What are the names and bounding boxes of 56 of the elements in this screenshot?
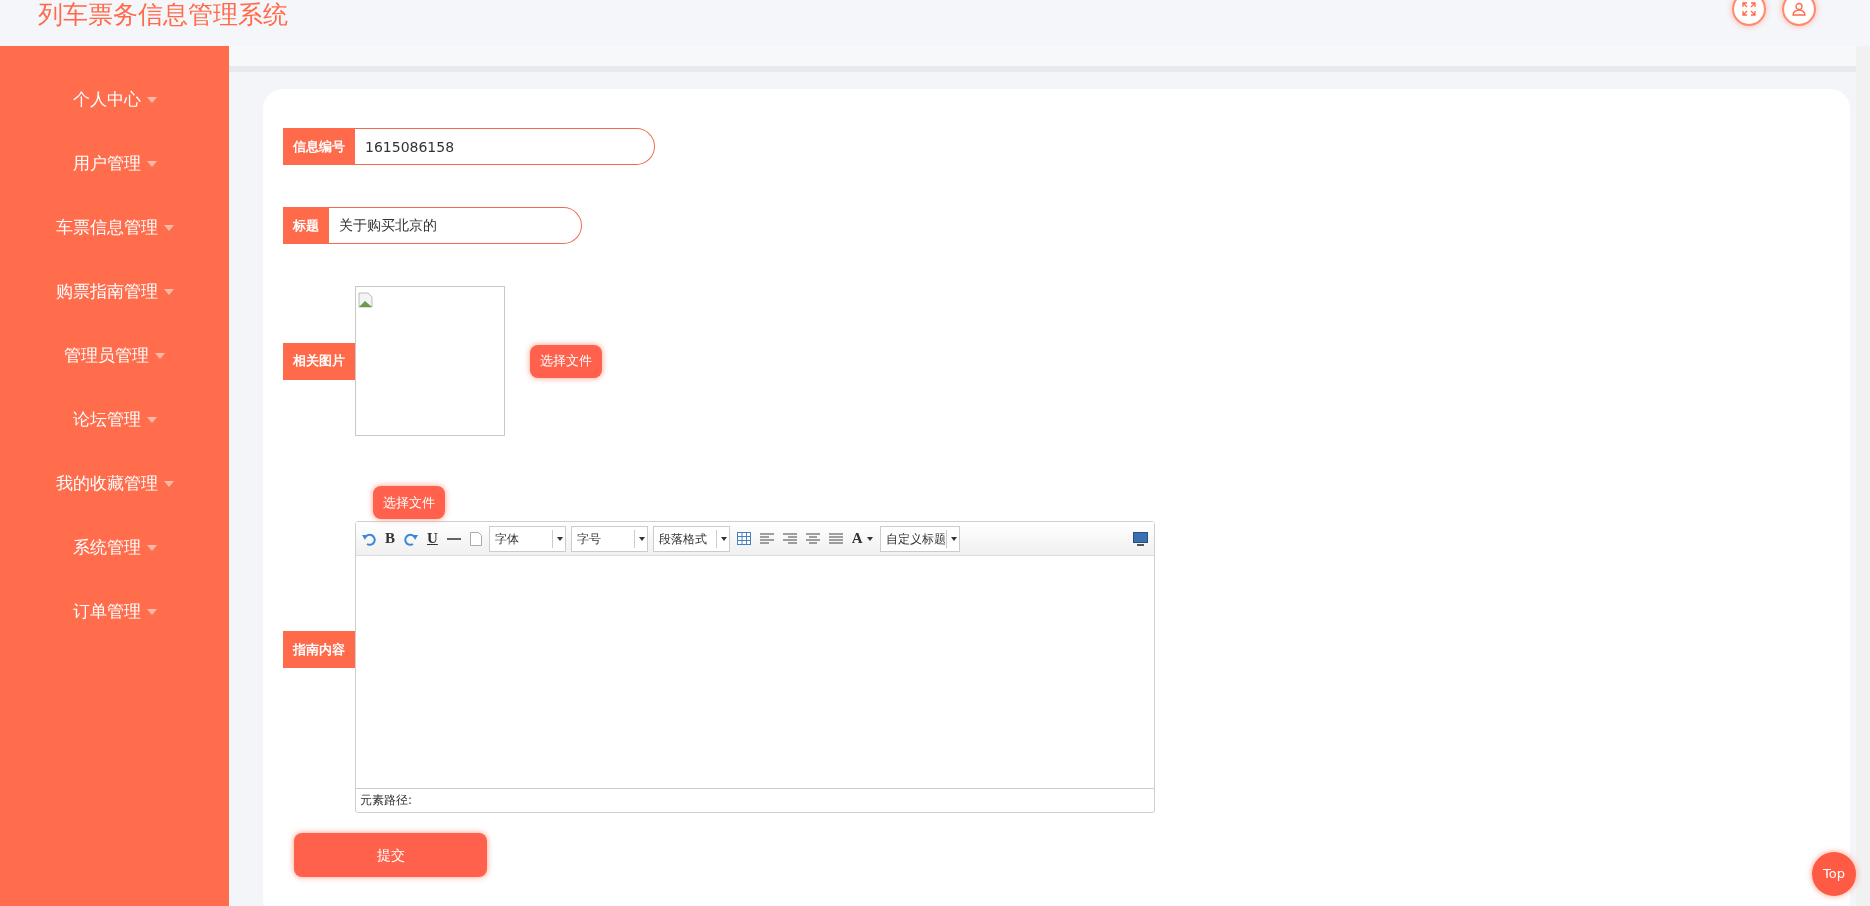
- table-icon: [736, 532, 751, 545]
- toolbar-dropdown[interactable]: 段落格式: [652, 525, 730, 552]
- sidebar-menu-item[interactable]: 用户管理: [0, 132, 229, 196]
- dropdown-arrow-icon: [556, 536, 563, 541]
- horizontal-line-icon: [446, 537, 461, 540]
- user-icon: [1792, 2, 1806, 16]
- dropdown-arrow-icon: [950, 536, 957, 541]
- dropdown-arrow-icon: [638, 536, 645, 541]
- field-label: 指南内容: [283, 631, 355, 668]
- element-path-text: 元素路径:: [356, 788, 1154, 812]
- align-center-icon: [805, 532, 820, 545]
- caret-icon: [146, 609, 157, 615]
- app-title: 列车票务信息管理系统: [38, 0, 288, 30]
- sidebar-menu-item[interactable]: 我的收藏管理: [0, 452, 229, 516]
- caret-icon: [155, 353, 165, 359]
- page-icon: [469, 531, 482, 546]
- align-left-icon: [759, 532, 774, 545]
- sidebar-menu-item[interactable]: 车票信息管理: [0, 196, 229, 260]
- sidebar-menu-item[interactable]: 论坛管理: [0, 388, 229, 452]
- caret-icon: [146, 545, 157, 551]
- sidebar-menu-item[interactable]: 订单管理: [0, 580, 229, 644]
- justify-icon: [828, 532, 843, 545]
- text-field[interactable]: 1615086158: [355, 128, 655, 165]
- choose-file-button[interactable]: 选择文件: [530, 344, 602, 378]
- caret-icon: [146, 97, 157, 103]
- user-button[interactable]: [1782, 0, 1816, 26]
- fullscreen-button[interactable]: [1732, 0, 1766, 26]
- field-label: 标题: [283, 207, 329, 244]
- dropdown-arrow-icon: [720, 536, 727, 541]
- caret-icon: [146, 161, 157, 167]
- sidebar-menu-item[interactable]: 管理员管理: [0, 324, 229, 388]
- caret-icon: [866, 536, 873, 541]
- text-field[interactable]: 关于购买北京的: [329, 207, 582, 244]
- field-label: 信息编号: [283, 128, 355, 165]
- monitor-icon: [1133, 531, 1148, 546]
- submit-button[interactable]: 提交: [294, 833, 487, 877]
- sidebar-menu-item[interactable]: 系统管理: [0, 516, 229, 580]
- sidebar-menu-item[interactable]: 个人中心: [0, 68, 229, 132]
- caret-icon: [146, 417, 157, 423]
- choose-file-button[interactable]: 选择文件: [373, 486, 445, 519]
- undo-icon: [362, 531, 376, 546]
- caret-icon: [163, 225, 174, 231]
- toolbar-dropdown[interactable]: 字号: [570, 525, 648, 552]
- format-button[interactable]: U: [425, 527, 440, 550]
- caret-icon: [163, 481, 174, 487]
- fullscreen-icon: [1742, 2, 1756, 16]
- toolbar-dropdown[interactable]: 自定义标题: [879, 525, 960, 552]
- font-color-button[interactable]: A: [849, 527, 875, 550]
- toolbar-dropdown[interactable]: 字体: [488, 525, 566, 552]
- sidebar-menu-item[interactable]: 购票指南管理: [0, 260, 229, 324]
- format-button[interactable]: B: [383, 527, 397, 550]
- broken-image-icon: [358, 289, 374, 310]
- caret-icon: [163, 289, 174, 295]
- redo-icon: [404, 531, 418, 546]
- align-right-icon: [782, 532, 797, 545]
- field-label: 相关图片: [283, 342, 355, 380]
